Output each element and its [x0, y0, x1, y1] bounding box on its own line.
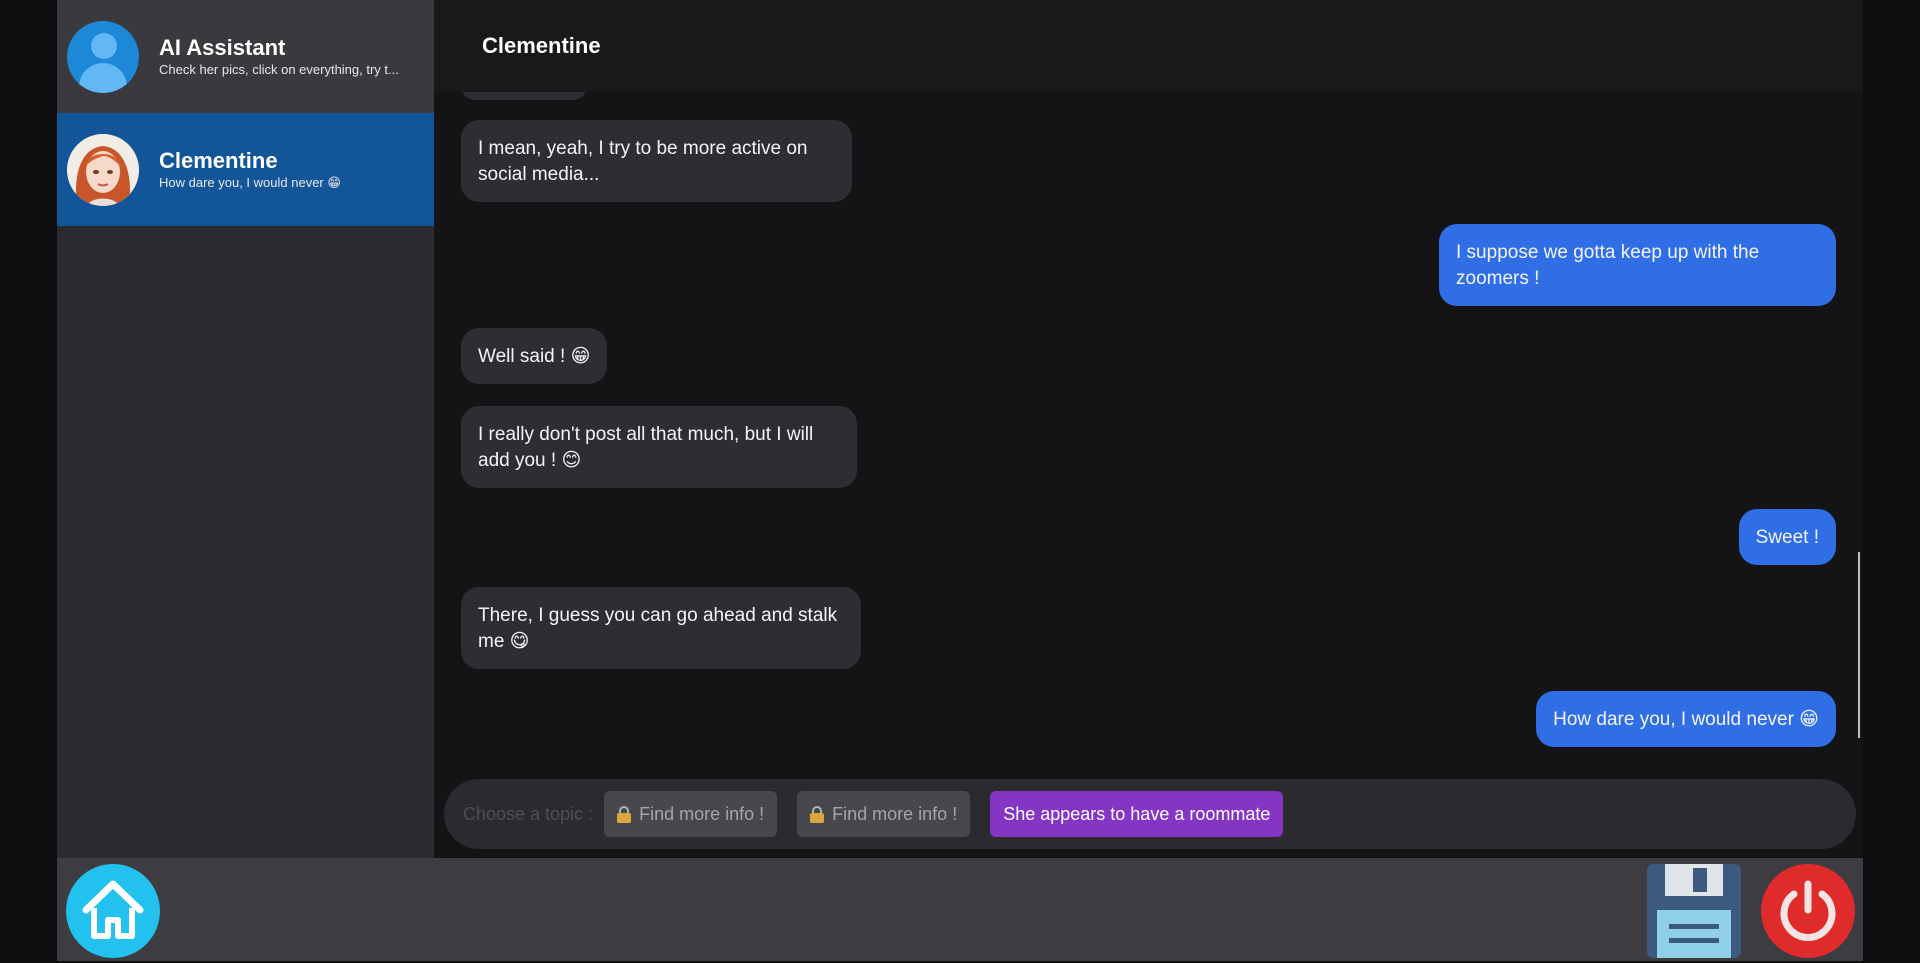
topic-option-label: She appears to have a roommate: [1003, 803, 1271, 824]
contact-clementine[interactable]: Clementine How dare you, I would never 😁: [57, 113, 434, 226]
message-bubble-outgoing: I suppose we gotta keep up with the zoom…: [1439, 224, 1836, 306]
contact-ai-assistant[interactable]: AI Assistant Check her pics, click on ev…: [57, 0, 434, 113]
contact-name: Clementine: [159, 148, 278, 173]
clementine-avatar: [67, 133, 139, 206]
lock-icon: [617, 805, 632, 823]
bottom-toolbar: [57, 858, 1863, 961]
message-list[interactable]: I mean, yeah, I try to be more active on…: [434, 92, 1863, 764]
power-icon: [1780, 880, 1836, 941]
message-bubble-incoming: I mean, yeah, I try to be more active on…: [461, 120, 852, 202]
topic-option-locked[interactable]: Find more info !: [604, 791, 778, 837]
message-bubble-incoming: I really don't post all that much, but I…: [461, 406, 857, 488]
lock-icon: [810, 805, 825, 823]
message-bubble-incoming: Well said ! 😁: [461, 328, 608, 384]
contact-sidebar: AI Assistant Check her pics, click on ev…: [57, 0, 434, 858]
message-bubble-incoming: There, I guess you can go ahead and stal…: [461, 587, 861, 669]
chat-title: Clementine: [482, 33, 601, 58]
message-bubble-outgoing: How dare you, I would never 😁: [1536, 691, 1836, 747]
chat-header: Clementine: [434, 0, 1863, 92]
topic-option-roommate[interactable]: She appears to have a roommate: [990, 791, 1284, 837]
topic-option-label: Find more info !: [639, 803, 765, 824]
topic-option-label: Find more info !: [832, 803, 958, 824]
topic-option-locked[interactable]: Find more info !: [797, 791, 971, 837]
message-bubble-outgoing: Sweet !: [1738, 509, 1836, 565]
home-button[interactable]: [66, 864, 160, 958]
topic-bar: Choose a topic : Find more info ! Find m…: [444, 779, 1856, 849]
message-bubble-partial: [461, 92, 587, 100]
chat-scrollbar[interactable]: [1858, 552, 1860, 738]
ai-assistant-avatar: [67, 20, 139, 93]
contact-preview: How dare you, I would never 😁: [159, 175, 341, 190]
power-button[interactable]: [1761, 864, 1855, 958]
topic-label: Choose a topic :: [463, 803, 594, 824]
contact-preview: Check her pics, click on everything, try…: [159, 62, 399, 77]
contact-name: AI Assistant: [159, 35, 286, 60]
app-window: AI Assistant Check her pics, click on ev…: [57, 0, 1863, 961]
save-button[interactable]: [1647, 864, 1741, 958]
floppy-disk-icon: [1647, 864, 1741, 958]
home-icon: [82, 880, 144, 939]
